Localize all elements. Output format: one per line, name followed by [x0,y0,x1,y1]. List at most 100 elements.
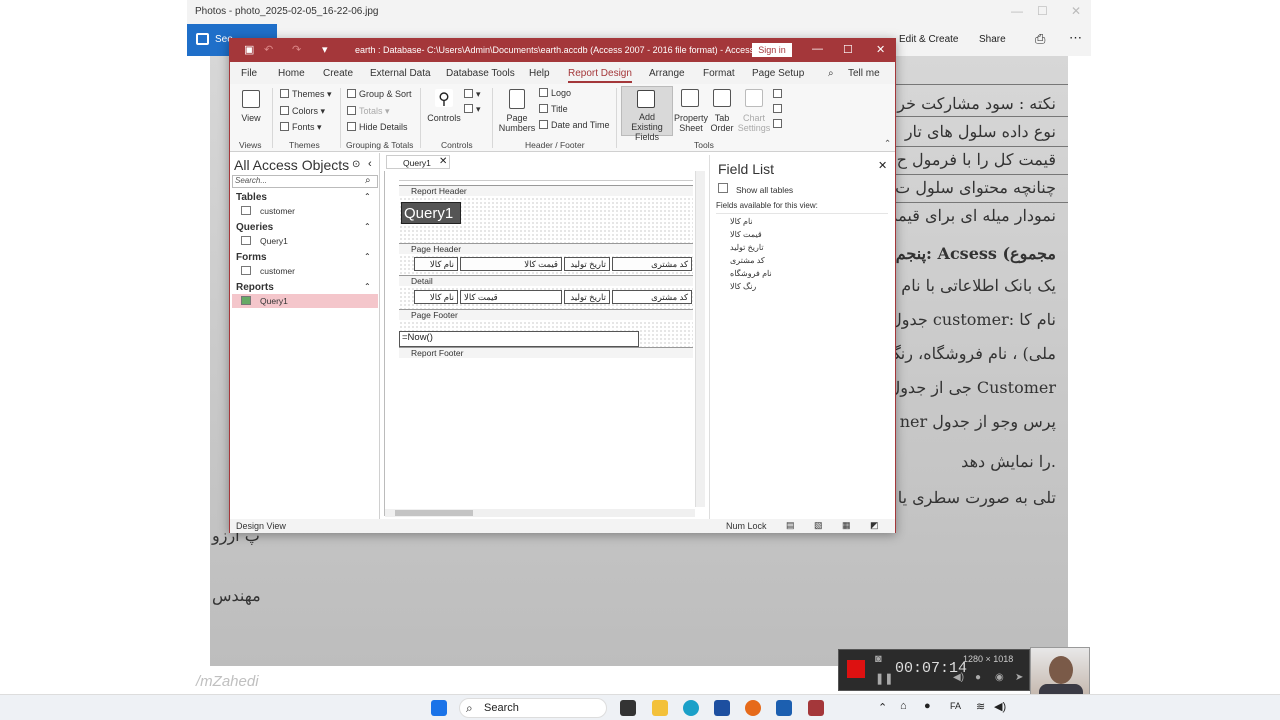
nav-item-report[interactable]: Query1 [232,294,378,308]
more-icon[interactable]: ⋯ [1069,30,1082,46]
field-item[interactable]: قیمت کالا [730,230,762,239]
layout-view-icon[interactable]: ▦ [842,520,851,531]
tab-page-setup[interactable]: Page Setup [752,68,804,79]
app-icon[interactable] [776,700,792,716]
sign-in-button[interactable]: Sign in [752,43,792,57]
label-control[interactable]: تاریخ تولید [564,257,610,271]
collapse-icon[interactable]: ⌃ [364,192,371,201]
totals-button[interactable]: Totals ▾ [347,106,390,117]
search-icon[interactable]: ⌕ [828,68,834,79]
collapse-icon[interactable]: ⌃ [364,282,371,291]
convert-macros-icon[interactable] [773,119,785,129]
minimize-icon[interactable]: — [812,43,823,55]
microphone-icon[interactable]: ● [975,672,981,683]
maximize-icon[interactable]: ☐ [1037,4,1048,18]
collapse-icon[interactable]: ⌃ [364,222,371,231]
section-page-header[interactable]: Page Header [399,243,693,254]
close-tab-icon[interactable]: ✕ [439,156,447,167]
collapse-ribbon-icon[interactable]: ⌃ [884,138,891,149]
tab-format[interactable]: Format [703,68,735,79]
text-box-control[interactable]: قیمت کالا [460,290,562,304]
collapse-icon[interactable]: ⌃ [364,252,371,261]
insert-chart-icon[interactable]: ▾ [464,104,481,115]
print-preview-icon[interactable]: ▧ [814,520,823,531]
cursor-icon[interactable]: ➤ [1015,672,1023,683]
horizontal-scrollbar[interactable] [385,509,695,517]
nav-search-input[interactable]: Search... [232,175,378,188]
controls-icon[interactable]: ⚲ [435,89,453,108]
show-all-tables-link[interactable]: Show all tables [736,185,793,195]
fonts-button[interactable]: Fonts ▾ [280,122,322,133]
close-icon[interactable]: ✕ [878,159,887,172]
hide-details-button[interactable]: Hide Details [347,122,408,132]
chevron-up-icon[interactable]: ⌃ [878,701,887,714]
nav-category-tables[interactable]: Tables [236,192,267,203]
field-item[interactable]: نام کالا [730,217,753,226]
tab-home[interactable]: Home [278,68,305,79]
nav-title[interactable]: All Access Objects [234,157,349,173]
label-control[interactable]: قیمت کالا [460,257,562,271]
close-icon[interactable]: ✕ [876,43,885,56]
page-numbers-icon[interactable] [509,89,525,109]
tab-external-data[interactable]: External Data [370,68,431,79]
webcam-icon[interactable]: ◉ [995,672,1004,683]
nav-category-queries[interactable]: Queries [236,222,273,233]
nav-item-form[interactable]: customer [232,264,378,278]
controls-button[interactable]: Controls [426,113,462,123]
section-report-footer[interactable]: Report Footer [399,347,693,358]
nav-item-query[interactable]: Query1 [232,234,378,248]
pause-icon[interactable]: ❚❚ [875,672,893,685]
wifi-icon[interactable]: ≋ [976,700,985,713]
text-box-control[interactable]: نام کالا [414,290,458,304]
maximize-icon[interactable]: ☐ [843,43,853,56]
document-tab[interactable]: Query1 ✕ [386,155,450,169]
tab-order-button[interactable]: Tab Order [709,113,735,133]
tab-arrange[interactable]: Arrange [649,68,685,79]
text-box-control[interactable]: تاریخ تولید [564,290,610,304]
tell-me-field[interactable]: Tell me [848,68,880,79]
group-sort-button[interactable]: Group & Sort [347,89,412,99]
customize-icon[interactable]: ▾ [322,43,328,56]
property-sheet-button[interactable]: Property Sheet [673,113,709,133]
view-code-icon[interactable] [773,89,785,99]
field-item[interactable]: کد مشتری [730,256,765,265]
view-icon[interactable] [242,90,260,108]
chart-settings-button[interactable]: Chart Settings [737,113,771,133]
shutter-bar-icon[interactable]: ‹ [368,158,372,170]
close-icon[interactable]: ✕ [1071,4,1081,18]
page-numbers-button[interactable]: Page Numbers [498,113,536,133]
undo-icon[interactable]: ↶ [264,43,273,56]
title-button[interactable]: Title [539,104,568,114]
stop-record-button[interactable] [847,660,865,678]
label-control[interactable]: کد مشتری [612,257,692,271]
share-button[interactable]: Share [979,34,1006,45]
logo-button[interactable]: Logo [539,88,571,98]
scroll-thumb[interactable] [395,510,473,516]
nav-category-forms[interactable]: Forms [236,252,267,263]
nav-menu-icon[interactable]: ⊙ [352,159,360,170]
tab-file[interactable]: File [241,68,257,79]
speaker-icon[interactable]: ◀) [953,672,964,683]
redo-icon[interactable]: ↷ [292,43,301,56]
colors-button[interactable]: Colors ▾ [280,106,325,117]
edge-icon[interactable] [683,700,699,716]
start-icon[interactable] [431,700,447,716]
property-sheet-icon[interactable] [681,89,699,107]
report-view-icon[interactable]: ▤ [786,520,795,531]
access-icon[interactable] [808,700,824,716]
field-item[interactable]: رنگ کالا [730,282,756,291]
insert-image-icon[interactable]: ▾ [464,89,481,100]
label-control[interactable]: نام کالا [414,257,458,271]
section-page-footer[interactable]: Page Footer [399,309,693,320]
print-icon[interactable]: ⎙ [1035,31,1045,47]
network-icon[interactable]: ⌂ [900,700,907,712]
design-view-icon[interactable]: ◩ [870,520,879,531]
now-expression-control[interactable]: =Now() [399,331,639,347]
add-existing-fields-button[interactable]: Add Existing Fields [621,86,673,142]
minimize-icon[interactable]: — [1011,4,1023,18]
tab-report-design[interactable]: Report Design [568,68,632,83]
file-explorer-icon[interactable] [652,700,668,716]
save-icon[interactable]: ▣ [244,43,254,56]
chart-settings-icon[interactable] [745,89,763,107]
field-item[interactable]: نام فروشگاه [730,269,772,278]
